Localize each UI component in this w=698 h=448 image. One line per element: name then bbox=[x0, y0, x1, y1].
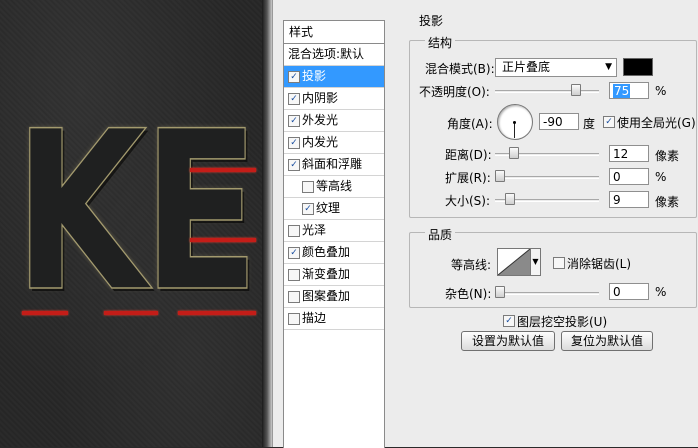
antialias-label[interactable]: 消除锯齿(L) bbox=[567, 255, 631, 272]
noise-slider-track[interactable] bbox=[495, 292, 599, 295]
style-item[interactable]: 图案叠加 bbox=[284, 286, 384, 308]
style-item[interactable]: 描边 bbox=[284, 308, 384, 330]
style-checkbox[interactable] bbox=[288, 225, 300, 237]
drop-shadow-settings: 投影 结构 混合模式(B): 正片叠底 ▼ 不透明度(O): 75 % 角度(A… bbox=[399, 0, 698, 447]
contour-label: 等高线: bbox=[451, 258, 492, 272]
style-item[interactable]: 等高线 bbox=[284, 176, 384, 198]
style-item-label: 纹理 bbox=[316, 201, 341, 215]
size-unit: 像素 bbox=[655, 195, 680, 209]
opacity-slider-track[interactable] bbox=[495, 90, 599, 93]
opacity-unit: % bbox=[655, 84, 667, 98]
style-item[interactable]: 光泽 bbox=[284, 220, 384, 242]
distance-input[interactable]: 12 bbox=[609, 145, 649, 162]
noise-slider-thumb[interactable] bbox=[495, 286, 505, 298]
spread-unit: % bbox=[655, 170, 667, 184]
style-item[interactable]: ✓ 颜色叠加 bbox=[284, 242, 384, 264]
spread-label: 扩展(R): bbox=[445, 171, 491, 185]
global-light-checkbox[interactable]: ✓ bbox=[603, 116, 615, 128]
style-checkbox[interactable]: ✓ bbox=[288, 115, 300, 127]
style-item-label: 颜色叠加 bbox=[302, 245, 351, 259]
noise-input[interactable]: 0 bbox=[609, 283, 649, 300]
canvas-edge bbox=[262, 0, 272, 447]
red-underline bbox=[190, 168, 256, 172]
style-item-label: 内发光 bbox=[302, 135, 339, 149]
contour-dropdown-arrow[interactable]: ▼ bbox=[531, 248, 541, 276]
style-checkbox[interactable] bbox=[288, 291, 300, 303]
spread-slider-thumb[interactable] bbox=[495, 170, 505, 182]
style-item[interactable]: ✓ 外发光 bbox=[284, 110, 384, 132]
style-checkbox[interactable]: ✓ bbox=[288, 71, 300, 83]
spread-slider-track[interactable] bbox=[495, 176, 599, 179]
style-item-label: 外发光 bbox=[302, 113, 339, 127]
style-item[interactable]: ✓ 投影 bbox=[284, 66, 384, 88]
style-checkbox[interactable] bbox=[288, 313, 300, 325]
style-item-label: 图案叠加 bbox=[302, 289, 351, 303]
style-item-label: 投影 bbox=[302, 69, 327, 83]
style-checkbox[interactable]: ✓ bbox=[288, 137, 300, 149]
angle-input[interactable]: -90 bbox=[539, 113, 579, 130]
size-slider-thumb[interactable] bbox=[505, 193, 515, 205]
reset-default-button[interactable]: 复位为默认值 bbox=[561, 331, 653, 351]
shadow-color-swatch[interactable] bbox=[623, 58, 653, 76]
style-item[interactable]: ✓ 斜面和浮雕 bbox=[284, 154, 384, 176]
angle-needle bbox=[514, 122, 515, 138]
set-default-button[interactable]: 设置为默认值 bbox=[461, 331, 555, 351]
noise-unit: % bbox=[655, 285, 667, 299]
blend-mode-select[interactable]: 正片叠底 ▼ bbox=[495, 58, 617, 77]
style-item-label: 内阴影 bbox=[302, 91, 339, 105]
red-underline bbox=[190, 238, 256, 242]
structure-title: 结构 bbox=[425, 34, 456, 51]
red-underline bbox=[104, 311, 158, 315]
red-underline bbox=[178, 311, 256, 315]
blending-options-item[interactable]: 混合选项:默认 bbox=[284, 44, 384, 66]
style-checkbox[interactable]: ✓ bbox=[288, 93, 300, 105]
knockout-label[interactable]: 图层挖空投影(U) bbox=[517, 313, 607, 330]
style-item[interactable]: ✓ 内阴影 bbox=[284, 88, 384, 110]
blend-mode-label: 混合模式(B): bbox=[425, 62, 495, 76]
angle-label: 角度(A): bbox=[447, 117, 493, 131]
style-item-label: 光泽 bbox=[302, 223, 327, 237]
distance-slider-thumb[interactable] bbox=[509, 147, 519, 159]
angle-dial[interactable] bbox=[497, 104, 533, 140]
preview-text: KE bbox=[13, 84, 260, 340]
chevron-down-icon: ▼ bbox=[605, 62, 612, 72]
style-checkbox[interactable] bbox=[302, 181, 314, 193]
contour-curve-icon bbox=[498, 249, 530, 275]
opacity-slider-thumb[interactable] bbox=[571, 84, 581, 96]
angle-center-dot bbox=[513, 121, 516, 124]
knockout-checkbox[interactable]: ✓ bbox=[503, 315, 515, 327]
blend-mode-value: 正片叠底 bbox=[502, 60, 551, 74]
style-item[interactable]: ✓ 内发光 bbox=[284, 132, 384, 154]
style-item-label: 渐变叠加 bbox=[302, 267, 351, 281]
global-light-label[interactable]: 使用全局光(G) bbox=[617, 114, 696, 131]
spread-input[interactable]: 0 bbox=[609, 168, 649, 185]
antialias-checkbox[interactable] bbox=[553, 257, 565, 269]
style-item-label: 斜面和浮雕 bbox=[302, 157, 363, 171]
style-checkbox[interactable]: ✓ bbox=[288, 247, 300, 259]
section-title: 投影 bbox=[419, 14, 444, 28]
style-checkbox[interactable]: ✓ bbox=[302, 203, 314, 215]
canvas-preview: KE bbox=[0, 0, 272, 447]
style-item-label: 等高线 bbox=[316, 179, 353, 193]
layer-style-dialog: 样式 混合选项:默认 ✓ 投影 ✓ 内阴影 ✓ 外发光 ✓ 内发光 ✓ 斜面和浮雕 等高线 ✓ 纹理 光泽… bbox=[272, 0, 698, 448]
distance-label: 距离(D): bbox=[445, 148, 492, 162]
contour-picker[interactable] bbox=[497, 248, 531, 276]
style-checkbox[interactable]: ✓ bbox=[288, 159, 300, 171]
noise-label: 杂色(N): bbox=[445, 287, 492, 301]
style-item-label: 描边 bbox=[302, 311, 327, 325]
style-item[interactable]: 渐变叠加 bbox=[284, 264, 384, 286]
red-underline bbox=[22, 311, 68, 315]
quality-title: 品质 bbox=[425, 226, 456, 243]
distance-unit: 像素 bbox=[655, 149, 680, 163]
opacity-label: 不透明度(O): bbox=[419, 85, 490, 99]
styles-list: 样式 混合选项:默认 ✓ 投影 ✓ 内阴影 ✓ 外发光 ✓ 内发光 ✓ 斜面和浮雕 等高线 ✓ 纹理 光泽… bbox=[283, 20, 385, 448]
opacity-input[interactable]: 75 bbox=[609, 82, 649, 99]
style-checkbox[interactable] bbox=[288, 269, 300, 281]
size-input[interactable]: 9 bbox=[609, 191, 649, 208]
angle-unit: 度 bbox=[583, 117, 596, 131]
style-item[interactable]: ✓ 纹理 bbox=[284, 198, 384, 220]
styles-header[interactable]: 样式 bbox=[284, 21, 384, 44]
size-label: 大小(S): bbox=[445, 194, 491, 208]
